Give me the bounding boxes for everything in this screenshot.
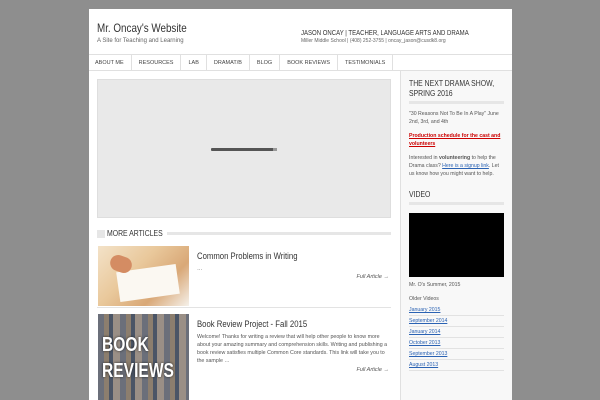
drama-widget-title: THE NEXT DRAMA SHOW, SPRING 2016 [409,79,495,98]
widget-rule [409,101,504,104]
heading-rule [167,232,391,235]
loading-indicator [211,148,277,151]
main-content: MORE ARTICLES Common Problems in Writing… [97,79,391,400]
video-archive-link[interactable]: September 2014 [409,316,504,327]
article-title[interactable]: Common Problems in Writing [197,251,298,261]
full-article-link[interactable]: Full Article → [357,367,390,373]
site-title[interactable]: Mr. Oncay's Website [97,21,187,35]
site-tagline: A Site for Teaching and Learning [97,38,184,44]
article-thumbnail[interactable]: BOOK REVIEWS [98,314,189,400]
video-player[interactable] [409,213,504,277]
nav-item-book-reviews[interactable]: BOOK REVIEWS [280,55,338,70]
owner-name: JASON ONCAY | TEACHER, LANGUAGE ARTS AND… [301,30,472,37]
contact-info: Miller Middle School | (408) 252-3755 | … [301,38,446,44]
video-archive-link[interactable]: September 2013 [409,349,504,360]
article-body: Book Review Project - Fall 2015 Welcome!… [197,314,391,365]
drama-show-dates: "30 Reasons Not To Be In A Play" June 2n… [409,111,499,125]
heading-accent [97,230,105,238]
video-caption: Mr. O's Summer, 2015 [409,282,461,288]
volunteer-text-pre: Interested in [409,155,439,161]
nav-item-about-me[interactable]: ABOUT ME [89,55,132,70]
header-rule [301,25,504,28]
more-articles-header: MORE ARTICLES [97,229,391,242]
video-archive-link[interactable]: January 2014 [409,327,504,338]
sidebar: THE NEXT DRAMA SHOW, SPRING 2016 "30 Rea… [400,71,512,400]
volunteer-text: Interested in volunteering to help the D… [409,154,504,178]
article-item: Common Problems in Writing … Full Articl… [97,246,391,308]
nav-item-testimonials[interactable]: TESTIMONIALS [338,55,394,70]
header-info: JASON ONCAY | TEACHER, LANGUAGE ARTS AND… [301,22,504,44]
production-schedule-text: Production schedule for the cast and vol… [409,132,504,148]
article-title[interactable]: Book Review Project - Fall 2015 [197,319,307,329]
older-videos-label: Older Videos [409,296,439,302]
signup-link[interactable]: Here is a signup link [442,163,489,169]
video-archive-link[interactable]: August 2013 [409,360,504,371]
video-archive-link[interactable]: January 2015 [409,305,504,316]
featured-slider[interactable] [97,79,391,218]
thumbnail-text: REVIEWS [102,360,174,382]
nav-item-resources[interactable]: RESOURCES [132,55,182,70]
main-nav: ABOUT ME RESOURCES LAB DRAMAT/B BLOG BOO… [89,54,512,71]
video-widget-title: VIDEO [409,190,431,199]
video-archive-link[interactable]: October 2013 [409,338,504,349]
article-excerpt: … [197,266,203,272]
widget-rule [409,202,504,205]
article-excerpt: Welcome! Thanks for writing a review tha… [197,334,388,364]
full-article-link[interactable]: Full Article → [357,274,390,280]
older-videos-list: January 2015 September 2014 January 2014… [409,305,504,371]
article-thumbnail[interactable] [98,246,189,306]
production-schedule-link[interactable]: Production schedule for the cast and vol… [409,133,500,147]
page-container: Mr. Oncay's Website A Site for Teaching … [89,9,512,400]
article-item: BOOK REVIEWS Book Review Project - Fall … [97,314,391,400]
thumbnail-text: BOOK [102,334,149,356]
nav-item-drama[interactable]: DRAMAT/B [207,55,250,70]
nav-item-lab[interactable]: LAB [181,55,207,70]
article-body: Common Problems in Writing … [197,246,391,273]
more-articles-label: MORE ARTICLES [107,229,163,238]
nav-item-blog[interactable]: BLOG [250,55,281,70]
volunteer-bold: volunteering [439,155,471,161]
